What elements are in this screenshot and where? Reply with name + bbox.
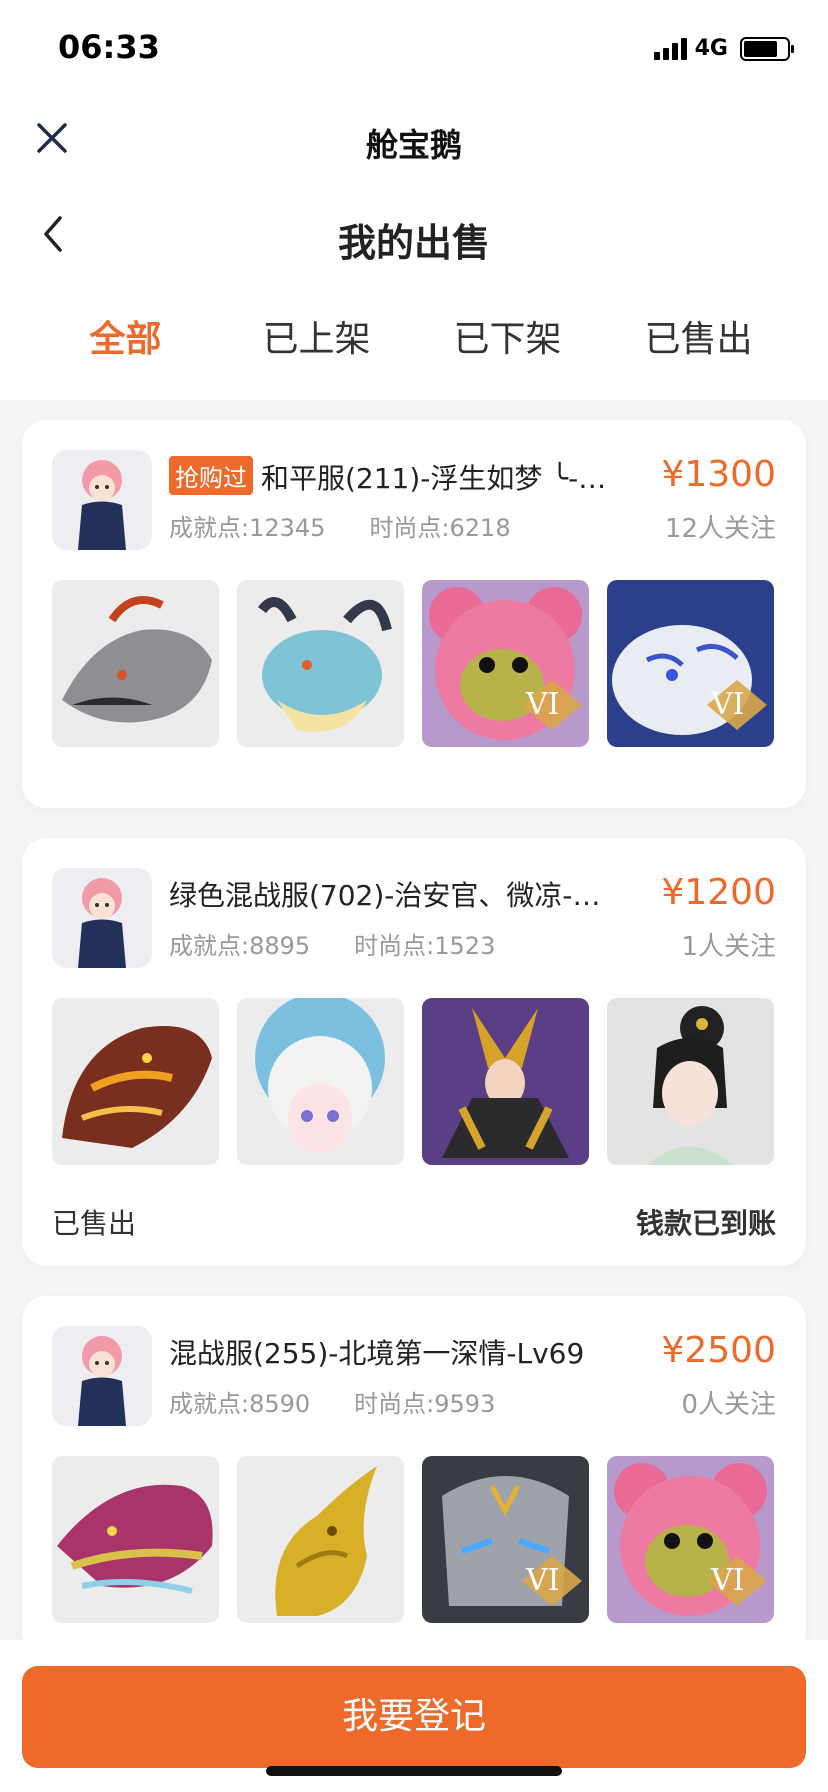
listing-stats: 成就点:12345 时尚点:6218 [169, 508, 511, 543]
item-thumbnails: VI VI [52, 1456, 774, 1623]
status-indicators: 4G [653, 36, 794, 61]
gold-dragon-icon [237, 1456, 404, 1623]
register-button[interactable]: 我要登记 [22, 1666, 806, 1768]
classic-lady-icon [607, 998, 774, 1165]
golden-warrior-icon [422, 998, 589, 1165]
status-bar: 06:33 4G [0, 0, 828, 100]
avatar [52, 868, 152, 968]
tab-listed[interactable]: 已上架 [221, 310, 412, 380]
svg-text:VI: VI [710, 687, 745, 722]
achievement-points: 成就点:8895 [169, 932, 311, 960]
svg-text:VI: VI [525, 687, 560, 722]
item-thumbnails [52, 998, 774, 1165]
tab-all[interactable]: 全部 [30, 310, 221, 380]
tab-sold[interactable]: 已售出 [603, 310, 794, 380]
status-tabs: 全部 已上架 已下架 已售出 [0, 310, 828, 380]
status-time: 06:33 [58, 28, 160, 66]
listing-price: ¥2500 [661, 1330, 776, 1371]
listing-card[interactable]: 混战服(255)-北境第一深情-Lv69 ¥2500 成就点:8590 时尚点:… [22, 1296, 806, 1656]
listing-card[interactable]: 绿色混战服(702)-治安官、微凉-… ¥1200 成就点:8895 时尚点:1… [22, 838, 806, 1266]
listing-stats: 成就点:8895 时尚点:1523 [169, 926, 495, 961]
follower-count: 0人关注 [681, 1390, 776, 1420]
mini-program-title: 舱宝鹅 [365, 126, 462, 164]
listing-price: ¥1300 [661, 454, 776, 495]
pink-bear-vi-icon: VI [422, 580, 589, 747]
pink-bear-vi-icon: VI [607, 1456, 774, 1623]
battery-icon [740, 36, 794, 61]
listing-title: 混战服(255)-北境第一深情-Lv69 [169, 1337, 585, 1370]
page-title: 我的出售 [337, 221, 490, 265]
avatar [52, 1326, 152, 1426]
signal-icon [653, 37, 687, 60]
achievement-points: 成就点:8590 [169, 1390, 311, 1418]
listing-stats: 成就点:8590 时尚点:9593 [169, 1384, 495, 1419]
listing-title: 抢购过 和平服(211)-浮生如梦 ╰-… [169, 456, 639, 497]
dark-dragon-icon [52, 580, 219, 747]
follower-count: 1人关注 [681, 932, 776, 962]
white-tiger-vi-icon: VI [607, 580, 774, 747]
network-label: 4G [694, 36, 728, 61]
flash-sale-tag: 抢购过 [169, 456, 253, 495]
fashion-points: 时尚点:9593 [354, 1390, 496, 1418]
listing-price: ¥1200 [661, 872, 776, 913]
achievement-points: 成就点:12345 [169, 514, 326, 542]
fashion-points: 时尚点:6218 [369, 514, 511, 542]
listing-title: 绿色混战服(702)-治安官、微凉-… [169, 879, 601, 912]
ice-dragon-icon [237, 580, 404, 747]
sale-status: 已售出 [52, 1207, 137, 1240]
listing-card[interactable]: 抢购过 和平服(211)-浮生如梦 ╰-… ¥1300 成就点:12345 时尚点… [22, 420, 806, 808]
mini-program-bar: 舱宝鹅 [0, 100, 828, 180]
svg-text:VI: VI [525, 1563, 560, 1598]
stone-armor-vi-icon: VI [422, 1456, 589, 1623]
fashion-points: 时尚点:1523 [354, 932, 496, 960]
svg-text:VI: VI [710, 1563, 745, 1598]
home-indicator [266, 1766, 562, 1776]
avatar [52, 450, 152, 550]
cloud-girl-icon [237, 998, 404, 1165]
fire-dragon-icon [52, 998, 219, 1165]
follower-count: 12人关注 [664, 514, 776, 544]
listing-title-text: 和平服(211)-浮生如梦 ╰-… [261, 462, 607, 495]
payment-status: 钱款已到账 [635, 1207, 776, 1240]
tab-delisted[interactable]: 已下架 [412, 310, 603, 380]
nav-bar: 我的出售 [0, 190, 828, 280]
item-thumbnails: VI VI [52, 580, 774, 747]
rainbow-dragon-icon [52, 1456, 219, 1623]
